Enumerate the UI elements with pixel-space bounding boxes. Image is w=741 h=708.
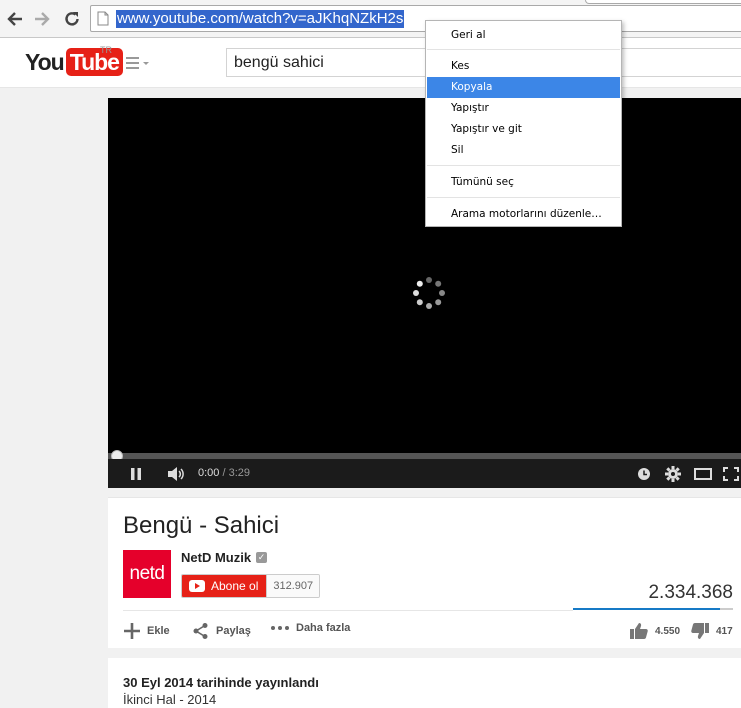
subscribe-main[interactable]: Abone ol [182,575,267,597]
like-button[interactable]: 4.550 [629,622,680,640]
browser-toolbar: www.youtube.com/watch?v=aJKhqNZkH2s [0,0,741,38]
player-controls: 0:00 / 3:29 [108,459,741,488]
divider [123,610,573,611]
share-label: Paylaş [216,625,251,637]
loading-spinner-icon [413,277,445,309]
dislike-count: 417 [716,625,733,637]
pause-icon [131,468,141,480]
volume-icon [168,467,184,481]
gear-icon [665,466,681,482]
menu-item-delete[interactable]: Sil [427,140,620,161]
context-menu: Geri al Kes Kopyala Yapıştır Yapıştır ve… [425,20,622,227]
settings-button[interactable] [663,464,683,484]
video-info-card: Bengü - Sahici netd NetD Muzik ✓ Abone o… [108,497,741,648]
guide-menu-button[interactable] [124,54,152,72]
volume-button[interactable] [164,464,188,484]
description-text: İkinci Hal - 2014 [123,692,217,707]
channel-avatar[interactable]: netd [123,550,171,598]
menu-item-undo[interactable]: Geri al [427,25,620,46]
youtube-play-icon [189,580,205,592]
plus-icon [124,623,140,639]
video-title: Bengü - Sahici [123,512,280,539]
view-count: 2.334.368 [648,582,733,603]
reload-icon [65,12,79,26]
like-ratio-bar [573,608,733,610]
time-display: 0:00 / 3:29 [198,467,250,479]
thumbs-up-icon [630,623,648,639]
youtube-header: You Tube TR bengü sahici [0,38,741,88]
address-bar[interactable]: www.youtube.com/watch?v=aJKhqNZkH2s [90,5,741,32]
clock-icon [638,468,650,480]
youtube-logo[interactable]: You Tube TR [25,45,123,77]
share-button[interactable]: Paylaş [192,622,251,640]
pause-button[interactable] [126,464,146,484]
description-card: 30 Eyl 2014 tarihinde yayınlandı İkinci … [108,658,741,708]
more-dots-icon [271,626,289,630]
forward-button[interactable] [31,8,53,30]
menu-item-copy[interactable]: Kopyala [427,77,620,98]
arrow-right-icon [35,12,50,26]
menu-item-edit-search-engines[interactable]: Arama motorlarını düzenle… [427,204,620,225]
menu-item-paste-and-go[interactable]: Yapıştır ve git [427,119,620,140]
page-icon [97,11,109,26]
more-button[interactable]: Daha fazla [270,622,350,634]
menu-separator [427,165,620,166]
reload-button[interactable] [61,8,83,30]
channel-name[interactable]: NetD Muzik [181,550,251,565]
menu-item-paste[interactable]: Yapıştır [427,98,620,119]
watch-later-button[interactable] [635,464,653,484]
duration: / 3:29 [219,467,250,479]
like-count: 4.550 [655,625,681,637]
hamburger-icon [126,57,149,69]
menu-item-select-all[interactable]: Tümünü seç [427,172,620,193]
country-code: TR [100,45,112,55]
menu-separator [427,49,620,50]
subscribe-label: Abone ol [211,579,259,593]
channel-avatar-logo: netd [129,563,165,584]
share-icon [193,623,208,639]
more-label: Daha fazla [296,622,351,634]
like-ratio-fill [573,608,721,610]
thumbs-down-icon [691,623,709,639]
arrow-left-icon [7,12,22,26]
tab-edge [585,0,741,4]
menu-item-cut[interactable]: Kes [427,56,620,77]
add-to-button[interactable]: Ekle [123,622,170,640]
logo-tube: Tube [65,48,123,76]
fullscreen-icon [722,467,739,481]
verified-badge-icon: ✓ [256,552,267,563]
theater-mode-button[interactable] [692,464,714,484]
theater-icon [694,468,712,480]
subscribe-button[interactable]: Abone ol 312.907 [181,574,321,598]
dislike-button[interactable]: 417 [690,622,733,640]
logo-you: You [25,48,65,75]
url-text[interactable]: www.youtube.com/watch?v=aJKhqNZkH2s [116,10,405,28]
subscriber-count: 312.907 [266,575,320,597]
publish-date: 30 Eyl 2014 tarihinde yayınlandı [123,675,319,690]
add-label: Ekle [147,625,170,637]
back-button[interactable] [4,8,26,30]
menu-separator [427,197,620,198]
current-time: 0:00 [198,467,220,479]
fullscreen-button[interactable] [720,464,741,484]
